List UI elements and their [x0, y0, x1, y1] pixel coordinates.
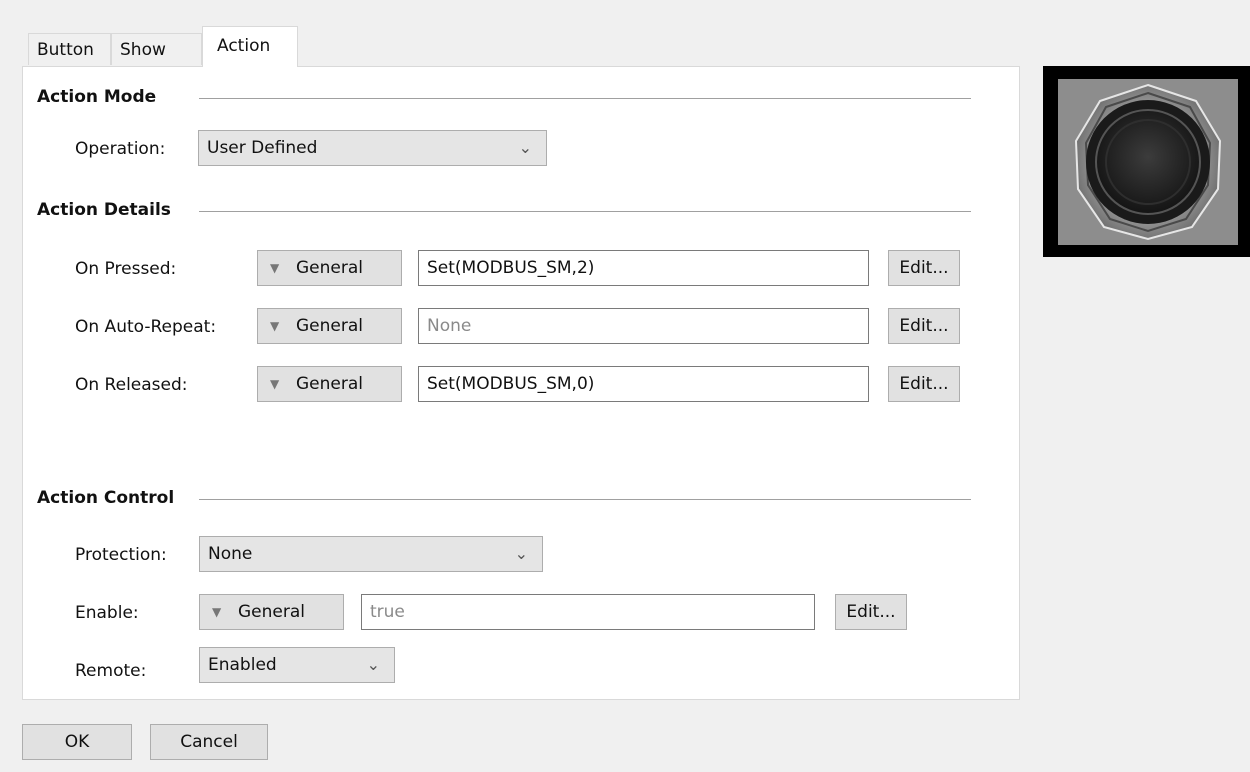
- enable-input[interactable]: true: [361, 594, 815, 630]
- cancel-button[interactable]: Cancel: [150, 724, 268, 760]
- enable-label: Enable:: [75, 603, 139, 623]
- on-released-type-button[interactable]: ▼ General: [257, 366, 402, 402]
- action-mode-title: Action Mode: [37, 87, 167, 107]
- triangle-down-icon: ▼: [270, 261, 280, 275]
- tab-show[interactable]: Show: [111, 33, 202, 65]
- triangle-down-icon: ▼: [212, 605, 222, 619]
- on-pressed-label: On Pressed:: [75, 259, 177, 279]
- on-released-input[interactable]: Set(MODBUS_SM,0): [418, 366, 869, 402]
- protection-label: Protection:: [75, 545, 167, 565]
- tab-button-label: Button: [37, 40, 94, 60]
- triangle-down-icon: ▼: [270, 319, 280, 333]
- action-control-divider: [199, 499, 971, 500]
- remote-label: Remote:: [75, 661, 147, 681]
- chevron-down-icon: ⌄: [366, 655, 380, 674]
- enable-type-button[interactable]: ▼ General: [199, 594, 344, 630]
- action-details-title: Action Details: [37, 200, 181, 220]
- tab-button[interactable]: Button: [28, 33, 111, 65]
- tab-show-label: Show: [120, 40, 166, 60]
- push-button-preview-icon: [1058, 79, 1238, 245]
- remote-dropdown[interactable]: Enabled ⌄: [199, 647, 395, 683]
- protection-value: None: [208, 544, 253, 564]
- on-released-edit-button[interactable]: Edit...: [888, 366, 960, 402]
- tab-action-label: Action: [217, 36, 271, 56]
- window-top-strip: [0, 0, 1250, 10]
- protection-dropdown[interactable]: None ⌄: [199, 536, 543, 572]
- operation-label: Operation:: [75, 139, 166, 159]
- on-released-type-label: General: [296, 374, 363, 394]
- ok-button[interactable]: OK: [22, 724, 132, 760]
- button-preview: [1043, 66, 1250, 257]
- on-auto-repeat-type-button[interactable]: ▼ General: [257, 308, 402, 344]
- on-auto-repeat-label: On Auto-Repeat:: [75, 317, 217, 337]
- on-auto-repeat-type-label: General: [296, 316, 363, 336]
- action-control-title: Action Control: [37, 488, 185, 508]
- action-details-divider: [199, 211, 971, 212]
- on-auto-repeat-input[interactable]: None: [418, 308, 869, 344]
- chevron-down-icon: ⌄: [514, 544, 528, 563]
- on-released-label: On Released:: [75, 375, 188, 395]
- enable-type-label: General: [238, 602, 305, 622]
- tab-action[interactable]: Action: [202, 26, 298, 67]
- on-pressed-input[interactable]: Set(MODBUS_SM,2): [418, 250, 869, 286]
- operation-dropdown[interactable]: User Defined ⌄: [198, 130, 547, 166]
- on-auto-repeat-edit-button[interactable]: Edit...: [888, 308, 960, 344]
- on-pressed-edit-button[interactable]: Edit...: [888, 250, 960, 286]
- on-pressed-type-button[interactable]: ▼ General: [257, 250, 402, 286]
- chevron-down-icon: ⌄: [518, 138, 532, 157]
- remote-value: Enabled: [208, 655, 277, 675]
- on-pressed-type-label: General: [296, 258, 363, 278]
- action-panel: Action Mode Operation: User Defined ⌄ Ac…: [22, 66, 1020, 700]
- triangle-down-icon: ▼: [270, 377, 280, 391]
- action-mode-divider: [199, 98, 971, 99]
- enable-edit-button[interactable]: Edit...: [835, 594, 907, 630]
- operation-value: User Defined: [207, 138, 318, 158]
